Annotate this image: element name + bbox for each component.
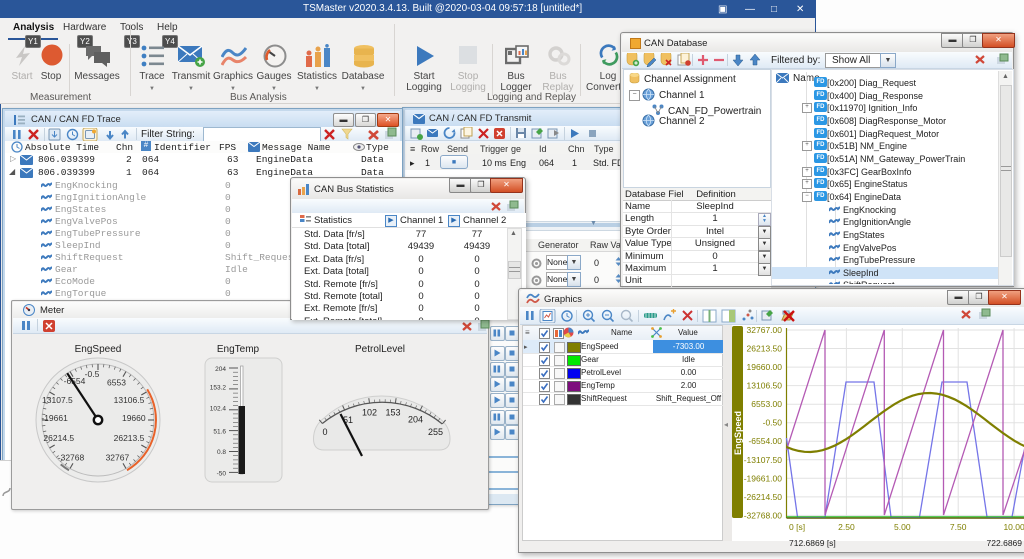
svg-text:6553.00: 6553.00 (751, 399, 782, 409)
svg-text:10.00: 10.00 (1003, 522, 1024, 532)
svg-text:26213.50: 26213.50 (747, 344, 783, 354)
svg-text:2.50: 2.50 (838, 522, 855, 532)
svg-text:-0.5: -0.5 (85, 369, 100, 379)
svg-text:51.6: 51.6 (213, 428, 226, 435)
svg-text:-26214.50: -26214.50 (744, 492, 783, 502)
svg-text:6553: 6553 (107, 378, 126, 388)
svg-text:0.8: 0.8 (217, 449, 226, 456)
svg-text:-13107.50: -13107.50 (744, 455, 783, 465)
svg-text:13106.50: 13106.50 (747, 381, 783, 391)
svg-text:-19661: -19661 (41, 413, 68, 423)
svg-text:0 [s]: 0 [s] (789, 522, 805, 532)
svg-text:7.50: 7.50 (950, 522, 967, 532)
svg-text:255: 255 (428, 427, 443, 437)
svg-text:13106.5: 13106.5 (114, 395, 145, 405)
svg-text:-6554.00: -6554.00 (748, 436, 782, 446)
svg-text:0: 0 (322, 427, 327, 437)
svg-text:EngSpeed: EngSpeed (733, 411, 743, 455)
svg-text:-0.50: -0.50 (763, 418, 783, 428)
svg-text:13107.5: 13107.5 (42, 395, 73, 405)
svg-text:5.00: 5.00 (894, 522, 911, 532)
svg-text:102: 102 (362, 408, 377, 418)
svg-text:204: 204 (408, 415, 423, 425)
svg-text:32767.00: 32767.00 (747, 325, 783, 335)
svg-text:EngSpeed: EngSpeed (75, 344, 122, 355)
svg-text:204: 204 (215, 366, 226, 373)
svg-text:153: 153 (385, 408, 400, 418)
svg-text:19660.00: 19660.00 (747, 362, 783, 372)
svg-text:26213.5: 26213.5 (114, 433, 145, 443)
svg-text:153.2: 153.2 (210, 385, 227, 392)
svg-text:722.6869: 722.6869 (987, 538, 1023, 548)
svg-text:26214.5: 26214.5 (43, 433, 74, 443)
svg-text:PetrolLevel: PetrolLevel (355, 344, 405, 355)
svg-text:-50: -50 (217, 470, 227, 477)
svg-text:-32768.00: -32768.00 (744, 510, 783, 520)
svg-text:32767: 32767 (106, 453, 130, 463)
svg-text:-32768: -32768 (58, 453, 85, 463)
svg-text:19660: 19660 (122, 413, 146, 423)
svg-text:102.4: 102.4 (210, 406, 227, 413)
svg-text:EngTemp: EngTemp (217, 344, 260, 355)
svg-text:712.6869 [s]: 712.6869 [s] (789, 538, 836, 548)
svg-text:-19661.00: -19661.00 (744, 473, 783, 483)
